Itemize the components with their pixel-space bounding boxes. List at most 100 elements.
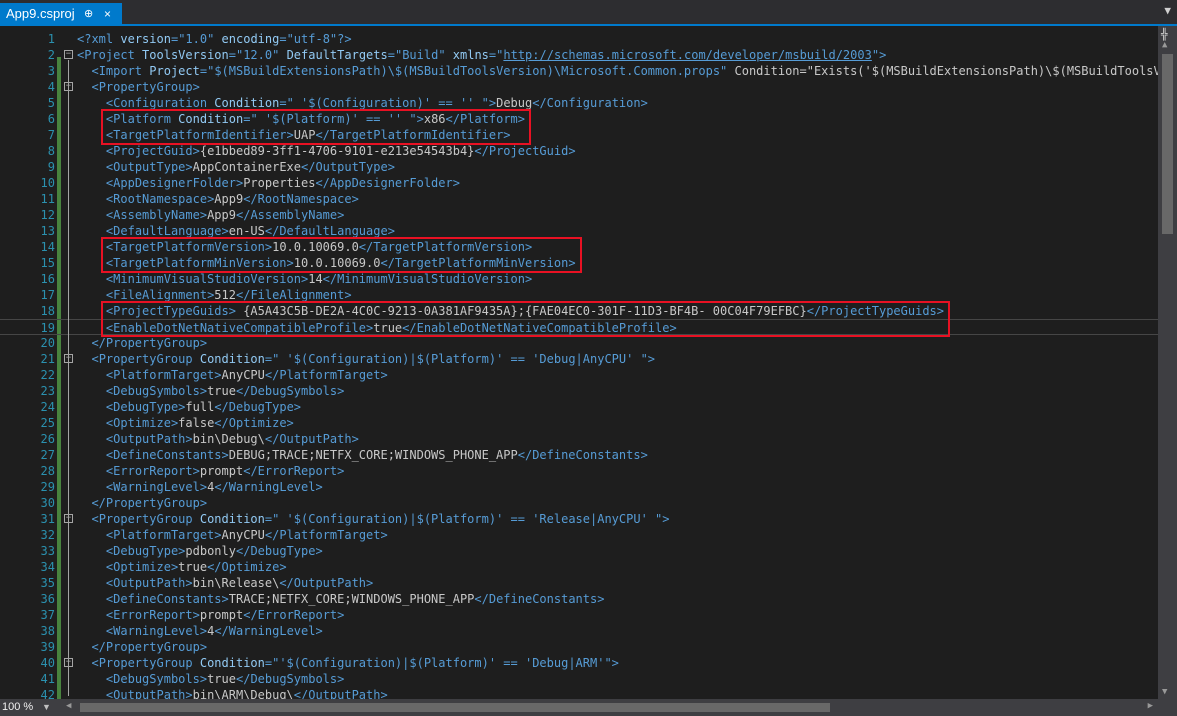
document-tab[interactable]: App9.csproj ⊕ ×	[0, 3, 122, 25]
line-number: 34	[40, 560, 55, 574]
code-line[interactable]: 28 <ErrorReport>prompt</ErrorReport>	[0, 463, 1158, 479]
scroll-down-icon[interactable]: ▼	[1162, 687, 1167, 697]
code-line[interactable]: 22 <PlatformTarget>AnyCPU</PlatformTarge…	[0, 367, 1158, 383]
code-text: <Optimize>false</Optimize>	[105, 416, 294, 430]
code-text: <DebugType>pdbonly</DebugType>	[105, 544, 323, 558]
zoom-level: 100 %	[2, 701, 34, 713]
code-line[interactable]: 10 <AppDesignerFolder>Properties</AppDes…	[0, 175, 1158, 191]
line-number: 39	[40, 640, 55, 654]
code-line[interactable]: 42 <OutputPath>bin\ARM\Debug\</OutputPat…	[0, 687, 1158, 699]
tab-title: App9.csproj	[6, 6, 75, 21]
code-line[interactable]: 2− <Project ToolsVersion="12.0" DefaultTa…	[0, 47, 1158, 63]
zoom-dropdown[interactable]: 100 % ▼	[2, 699, 58, 716]
code-text: <DefineConstants>DEBUG;TRACE;NETFX_CORE;…	[105, 448, 648, 462]
line-number: 41	[40, 672, 55, 686]
vertical-scroll-thumb[interactable]	[1162, 54, 1173, 234]
chevron-down-icon[interactable]: ▼	[1164, 4, 1171, 17]
code-text: </PropertyGroup>	[91, 336, 208, 350]
code-line[interactable]: 30 </PropertyGroup>	[0, 495, 1158, 511]
horizontal-scroll-thumb[interactable]	[80, 703, 830, 712]
code-text: </PropertyGroup>	[91, 496, 208, 510]
code-line[interactable]: 32 <PlatformTarget>AnyCPU</PlatformTarge…	[0, 527, 1158, 543]
code-text: <PlatformTarget>AnyCPU</PlatformTarget>	[105, 368, 388, 382]
code-text: <DefineConstants>TRACE;NETFX_CORE;WINDOW…	[105, 592, 605, 606]
line-number: 19	[40, 321, 55, 335]
code-line[interactable]: 23 <DebugSymbols>true</DebugSymbols>	[0, 383, 1158, 399]
highlight-box	[100, 109, 531, 145]
code-line[interactable]: 40− <PropertyGroup Condition="'$(Configu…	[0, 655, 1158, 671]
line-number: 25	[40, 416, 55, 430]
code-line[interactable]: 3 <Import Project="$(MSBuildExtensionsPa…	[0, 63, 1158, 79]
editor-bottom-bar: 100 % ▼ ◀ ▶	[0, 699, 1177, 716]
code-line[interactable]: 25 <Optimize>false</Optimize>	[0, 415, 1158, 431]
code-text: <DebugType>full</DebugType>	[105, 400, 302, 414]
code-line[interactable]: 27 <DefineConstants>DEBUG;TRACE;NETFX_CO…	[0, 447, 1158, 463]
line-number: 4	[47, 80, 55, 94]
document-tab-bar: App9.csproj ⊕ × ▼	[0, 0, 1177, 26]
code-line[interactable]: 41 <DebugSymbols>true</DebugSymbols>	[0, 671, 1158, 687]
code-line[interactable]: 31− <PropertyGroup Condition=" '$(Config…	[0, 511, 1158, 527]
code-text: <OutputType>AppContainerExe</OutputType>	[105, 160, 395, 174]
code-text: <Optimize>true</Optimize>	[105, 560, 287, 574]
line-number: 11	[40, 192, 55, 206]
code-text: <Project ToolsVersion="12.0" DefaultTarg…	[77, 48, 887, 62]
code-text: <WarningLevel>4</WarningLevel>	[105, 480, 323, 494]
code-line[interactable]: 39 </PropertyGroup>	[0, 639, 1158, 655]
line-number: 13	[40, 224, 55, 238]
line-number: 12	[40, 208, 55, 222]
line-number: 31	[40, 512, 55, 526]
scroll-right-icon[interactable]: ▶	[1148, 701, 1153, 711]
code-text: <ErrorReport>prompt</ErrorReport>	[105, 464, 345, 478]
code-line[interactable]: 9 <OutputType>AppContainerExe</OutputTyp…	[0, 159, 1158, 175]
code-text: <PropertyGroup Condition="'$(Configurati…	[91, 656, 619, 670]
scroll-up-icon[interactable]: ▲	[1162, 40, 1167, 50]
code-line[interactable]: 36 <DefineConstants>TRACE;NETFX_CORE;WIN…	[0, 591, 1158, 607]
code-editor[interactable]: 1 <?xml version="1.0" encoding="utf-8"?> 2…	[0, 26, 1158, 699]
fold-guide	[68, 668, 69, 696]
code-text: <OutputPath>bin\Debug\</OutputPath>	[105, 432, 359, 446]
code-text: <MinimumVisualStudioVersion>14</MinimumV…	[105, 272, 533, 286]
code-line[interactable]: 26 <OutputPath>bin\Debug\</OutputPath>	[0, 431, 1158, 447]
code-line[interactable]: 38 <WarningLevel>4</WarningLevel>	[0, 623, 1158, 639]
line-number: 20	[40, 336, 55, 350]
code-line[interactable]: 21− <PropertyGroup Condition=" '$(Config…	[0, 351, 1158, 367]
code-text: <?xml version="1.0" encoding="utf-8"?>	[77, 32, 352, 46]
code-line[interactable]: 12 <AssemblyName>App9</AssemblyName>	[0, 207, 1158, 223]
line-number: 15	[40, 256, 55, 270]
code-line[interactable]: 8 <ProjectGuid>{e1bbed89-3ff1-4706-9101-…	[0, 143, 1158, 159]
line-number: 16	[40, 272, 55, 286]
code-text: <OutputPath>bin\Release\</OutputPath>	[105, 576, 374, 590]
code-line[interactable]: 37 <ErrorReport>prompt</ErrorReport>	[0, 607, 1158, 623]
code-text: <AppDesignerFolder>Properties</AppDesign…	[105, 176, 460, 190]
line-number: 22	[40, 368, 55, 382]
code-line[interactable]: 4− <PropertyGroup>	[0, 79, 1158, 95]
code-line[interactable]: 16 <MinimumVisualStudioVersion>14</Minim…	[0, 271, 1158, 287]
code-line[interactable]: 20 </PropertyGroup>	[0, 335, 1158, 351]
line-number: 32	[40, 528, 55, 542]
line-number: 28	[40, 464, 55, 478]
line-number: 26	[40, 432, 55, 446]
scroll-left-icon[interactable]: ◀	[66, 701, 71, 711]
close-icon[interactable]: ×	[104, 3, 111, 25]
highlight-box	[100, 301, 950, 337]
line-number: 24	[40, 400, 55, 414]
code-line[interactable]: 24 <DebugType>full</DebugType>	[0, 399, 1158, 415]
chevron-down-icon: ▼	[42, 702, 51, 712]
code-text: <PlatformTarget>AnyCPU</PlatformTarget>	[105, 528, 388, 542]
code-line[interactable]: 34 <Optimize>true</Optimize>	[0, 559, 1158, 575]
code-line[interactable]: 11 <RootNamespace>App9</RootNamespace>	[0, 191, 1158, 207]
code-line[interactable]: 29 <WarningLevel>4</WarningLevel>	[0, 479, 1158, 495]
pin-icon[interactable]: ⊕	[84, 3, 93, 25]
line-number: 3	[47, 64, 55, 78]
code-line[interactable]: 33 <DebugType>pdbonly</DebugType>	[0, 543, 1158, 559]
code-line[interactable]: 35 <OutputPath>bin\Release\</OutputPath>	[0, 575, 1158, 591]
line-number: 21	[40, 352, 55, 366]
line-number: 40	[40, 656, 55, 670]
code-text: <WarningLevel>4</WarningLevel>	[105, 624, 323, 638]
line-number: 6	[47, 112, 55, 126]
line-number: 30	[40, 496, 55, 510]
line-number: 17	[40, 288, 55, 302]
vertical-scrollbar[interactable]: ╬ ▲ ▼	[1158, 26, 1177, 699]
code-line[interactable]: 1 <?xml version="1.0" encoding="utf-8"?>	[0, 31, 1158, 47]
collapse-icon[interactable]: −	[64, 50, 73, 59]
